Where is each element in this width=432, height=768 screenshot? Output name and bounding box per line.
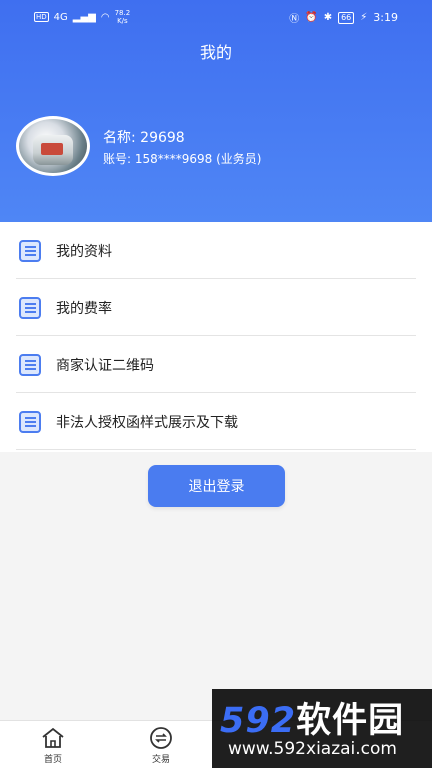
wifi-icon: ◠ bbox=[100, 11, 110, 23]
page-title: 我的 bbox=[199, 43, 232, 62]
clock: 3:19 bbox=[373, 11, 398, 24]
menu-item-label: 商家认证二维码 bbox=[56, 357, 154, 374]
nfc-icon: Ⓝ bbox=[289, 14, 300, 25]
menu-item-merchant-qrcode[interactable]: 商家认证二维码 bbox=[0, 336, 432, 393]
tab-trade[interactable]: 交易 bbox=[131, 726, 191, 765]
avatar[interactable] bbox=[16, 116, 90, 176]
alarm-icon: ⏰ bbox=[305, 12, 318, 23]
logout-button[interactable]: 退出登录 bbox=[148, 465, 285, 507]
signal-icon: ▂▄▆ bbox=[72, 11, 96, 23]
user-name: 名称: 29698 bbox=[103, 130, 185, 146]
bluetooth-icon: ✱ bbox=[323, 12, 333, 23]
charging-icon: ⚡ bbox=[360, 12, 368, 23]
tab-label: 首页 bbox=[43, 755, 62, 765]
home-icon bbox=[42, 727, 64, 748]
menu-item-label: 非法人授权函样式展示及下载 bbox=[56, 414, 238, 431]
watermark-overlay: 592软件园 www.592xiazai.com bbox=[212, 689, 432, 768]
menu-item-authorization-letter[interactable]: 非法人授权函样式展示及下载 bbox=[0, 393, 432, 450]
menu-item-my-rate[interactable]: 我的费率 bbox=[0, 279, 432, 336]
list-icon bbox=[19, 296, 41, 319]
list-icon bbox=[19, 239, 41, 262]
user-account: 账号: 158****9698 (业务员) bbox=[103, 152, 262, 166]
tab-label: 交易 bbox=[151, 755, 170, 765]
tab-home[interactable]: 首页 bbox=[23, 726, 83, 765]
trade-icon bbox=[150, 727, 172, 749]
menu-list: 我的资料 我的费率 商家认证二维码 非法人授权函样式展示及下载 bbox=[0, 222, 432, 452]
network-label: 4G bbox=[53, 11, 68, 23]
watermark-url: www.592xiazai.com bbox=[228, 739, 397, 759]
list-icon bbox=[19, 353, 41, 376]
watermark-logo: 592软件园 bbox=[220, 701, 405, 741]
profile-header: HD 4G ▂▄▆ ◠ 78.2 K/s Ⓝ ⏰ ✱ 66 ⚡ 3:19 我的 … bbox=[0, 0, 432, 222]
status-bar: HD 4G ▂▄▆ ◠ 78.2 K/s Ⓝ ⏰ ✱ 66 ⚡ 3:19 bbox=[0, 0, 432, 34]
menu-item-my-profile[interactable]: 我的资料 bbox=[0, 222, 432, 279]
menu-item-label: 我的资料 bbox=[56, 243, 112, 260]
battery-icon: 66 bbox=[338, 11, 355, 24]
hd-indicator: HD bbox=[34, 12, 49, 22]
net-speed: 78.2 K/s bbox=[114, 9, 131, 25]
list-icon bbox=[19, 410, 41, 433]
menu-item-label: 我的费率 bbox=[56, 300, 112, 317]
